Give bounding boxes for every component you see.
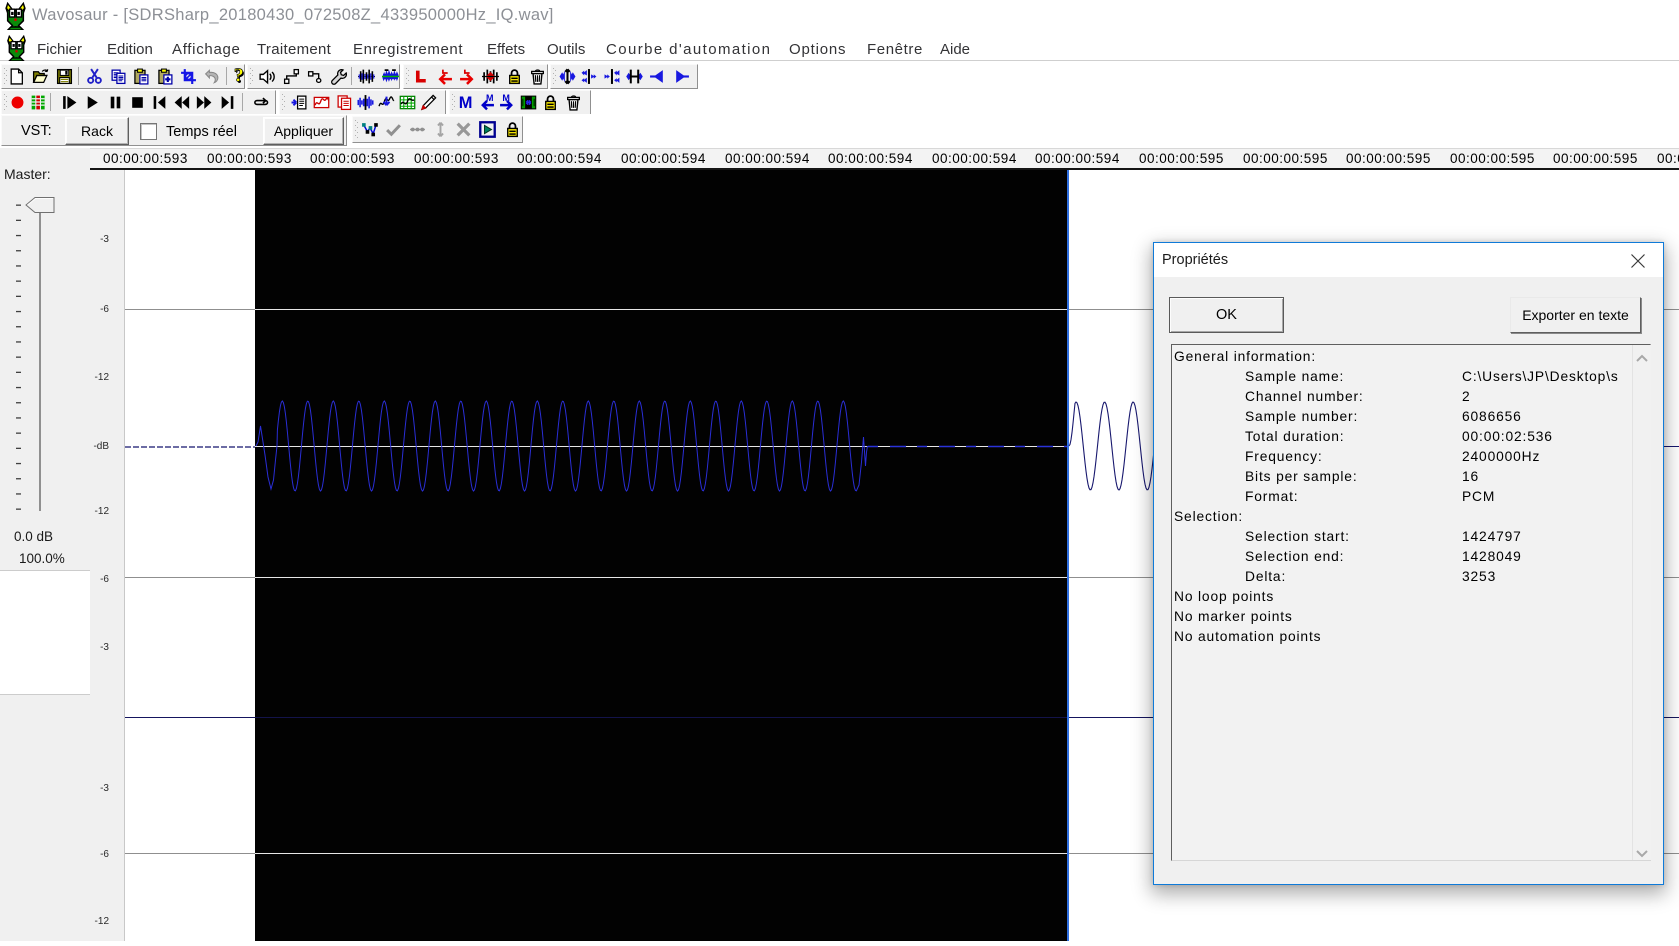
svg-text:M: M — [486, 94, 494, 103]
svg-text:M: M — [459, 94, 473, 111]
svg-text:?: ? — [234, 68, 244, 85]
svg-text:M: M — [502, 94, 510, 103]
